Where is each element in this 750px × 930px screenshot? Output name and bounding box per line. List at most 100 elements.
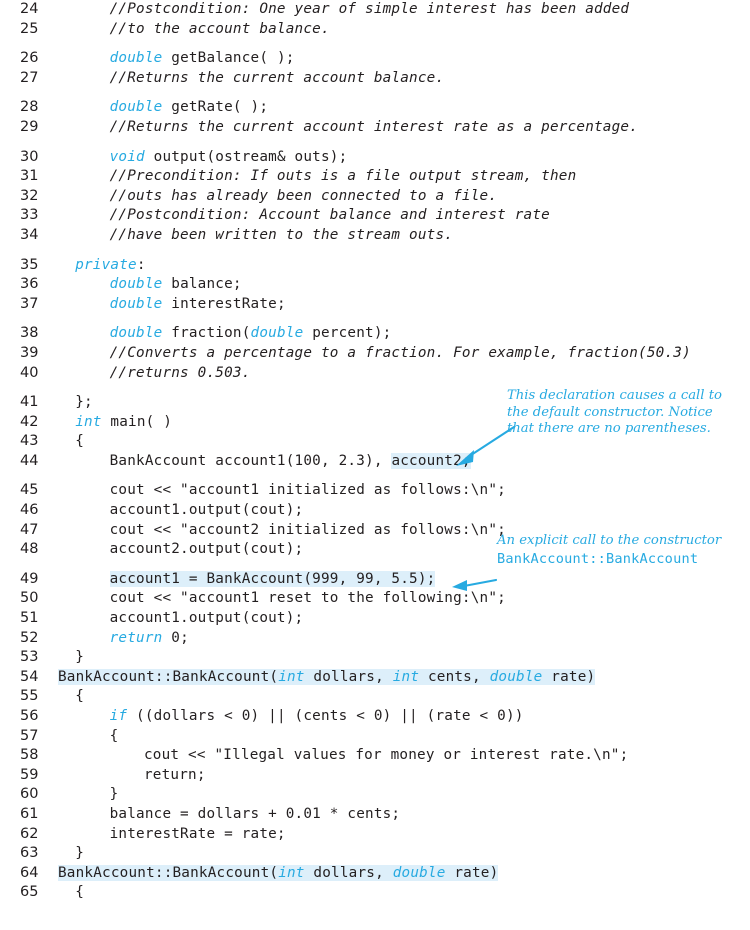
code-token: } — [109, 786, 119, 803]
line-number: 26 — [20, 50, 39, 67]
comment-token: //Postcondition: One year of simple inte… — [109, 1, 630, 17]
code-token: account1.output(cout); — [109, 610, 304, 627]
line-number: 33 — [20, 207, 39, 224]
code-text: //Returns the current account interest r… — [110, 118, 638, 138]
code-text: private: — [75, 256, 145, 276]
code-line-38: 38 double fraction(double percent); — [0, 324, 750, 344]
highlighted-token: account1 = BankAccount(999, 99, 5.5); — [109, 570, 436, 587]
code-text: void output(ostream& outs); — [110, 148, 348, 168]
code-line-25: 25 //to the account balance. — [0, 20, 750, 40]
code-line-33: 33 //Postcondition: Account balance and i… — [0, 206, 750, 226]
keyword-token: if — [109, 708, 128, 724]
comment-token: //Postcondition: Account balance and int… — [109, 207, 550, 224]
code-token: { — [75, 884, 84, 901]
highlighted-token: rate) — [445, 864, 499, 881]
line-number: 64 — [20, 864, 39, 881]
keyword-token: int — [75, 413, 102, 430]
line-number: 40 — [20, 364, 39, 381]
line-number: 59 — [20, 766, 39, 783]
line-number: 36 — [20, 276, 39, 293]
code-text: } — [110, 785, 119, 805]
code-listing: 24 //Postcondition: One year of simple in… — [0, 0, 750, 903]
code-token: account1.output(cout); — [109, 502, 304, 519]
line-number: 49 — [20, 570, 39, 587]
code-token: { — [75, 433, 84, 450]
keyword-token: return — [109, 629, 163, 646]
comment-token: //outs has already been connected to a f… — [109, 187, 498, 204]
code-text: return; — [144, 766, 206, 786]
code-line-55: 55 { — [0, 687, 750, 707]
highlighted-keyword-token: int — [278, 668, 305, 685]
code-text: { — [75, 883, 84, 903]
code-text: account1.output(cout); — [110, 609, 304, 629]
highlighted-token: cents, — [419, 668, 490, 685]
code-text: //Returns the current account balance. — [110, 69, 445, 89]
code-text: cout << "account2 initialized as follows… — [110, 521, 506, 541]
code-text: BankAccount::BankAccount(int dollars, do… — [58, 864, 499, 884]
keyword-token: double — [109, 325, 163, 342]
code-line-65: 65 { — [0, 883, 750, 903]
highlighted-token: BankAccount::BankAccount( — [58, 864, 279, 881]
code-text: account2.output(cout); — [110, 540, 304, 560]
code-line-50: 50 cout << "account1 reset to the followi… — [0, 589, 750, 609]
code-line-37: 37 double interestRate; — [0, 295, 750, 315]
keyword-token: double — [109, 295, 163, 312]
code-line-49: 49 account1 = BankAccount(999, 99, 5.5); — [0, 570, 750, 590]
code-text: balance = dollars + 0.01 * cents; — [110, 805, 401, 825]
line-number: 46 — [20, 502, 39, 519]
code-token: 0; — [162, 629, 189, 646]
annotation-explicit-call-note: An explicit call to the constructor — [497, 533, 722, 548]
line-number: 24 — [20, 1, 39, 17]
code-text: { — [110, 727, 119, 747]
code-line-30: 30 void output(ostream& outs); — [0, 148, 750, 168]
code-line-61: 61 balance = dollars + 0.01 * cents; — [0, 805, 750, 825]
line-number: 43 — [20, 433, 39, 450]
line-number: 60 — [20, 786, 39, 803]
line-number: 45 — [20, 482, 39, 499]
code-token: }; — [75, 394, 93, 411]
code-token: return; — [144, 766, 206, 783]
highlighted-keyword-token: double — [489, 668, 543, 685]
code-line-46: 46 account1.output(cout); — [0, 501, 750, 521]
code-text: BankAccount::BankAccount(int dollars, in… — [58, 668, 596, 688]
code-line-62: 62 interestRate = rate; — [0, 825, 750, 845]
code-text: { — [75, 687, 84, 707]
code-line-51: 51 account1.output(cout); — [0, 609, 750, 629]
code-token: ((dollars < 0) || (cents < 0) || (rate <… — [127, 708, 524, 724]
line-number: 30 — [20, 148, 39, 165]
code-text: account1.output(cout); — [110, 501, 304, 521]
code-text: interestRate = rate; — [110, 825, 286, 845]
code-token: account2.output(cout); — [109, 541, 304, 558]
code-line-28: 28 double getRate( ); — [0, 98, 750, 118]
code-line-63: 63} — [0, 844, 750, 864]
code-line-31: 31 //Precondition: If outs is a file outp… — [0, 167, 750, 187]
code-token: balance; — [162, 276, 242, 293]
highlighted-token: rate) — [542, 668, 596, 685]
code-line-35: 35 private: — [0, 256, 750, 276]
comment-token: //Converts a percentage to a fraction. F… — [109, 344, 691, 361]
code-token: { — [109, 727, 119, 744]
code-token: percent); — [303, 325, 392, 342]
line-number: 44 — [20, 452, 39, 469]
code-text: account1 = BankAccount(999, 99, 5.5); — [109, 570, 436, 590]
code-line-53: 53} — [0, 648, 750, 668]
comment-token: //Returns the current account interest r… — [109, 118, 639, 135]
code-token: fraction( — [162, 325, 251, 342]
code-token: getRate( ); — [162, 99, 269, 116]
code-text: if ((dollars < 0) || (cents < 0) || (rat… — [110, 707, 524, 727]
code-line-59: 59 return; — [0, 766, 750, 786]
line-number: 38 — [20, 325, 39, 342]
code-text: double getBalance( ); — [110, 49, 295, 69]
keyword-token: double — [109, 276, 163, 293]
code-line-64: 64 BankAccount::BankAccount(int dollars, … — [0, 864, 750, 884]
line-number: 53 — [20, 649, 39, 666]
keyword-token: double — [109, 99, 163, 116]
line-number: 25 — [20, 20, 39, 37]
code-text: //returns 0.503. — [110, 364, 251, 384]
line-number: 57 — [20, 727, 39, 744]
code-text: double interestRate; — [110, 295, 286, 315]
